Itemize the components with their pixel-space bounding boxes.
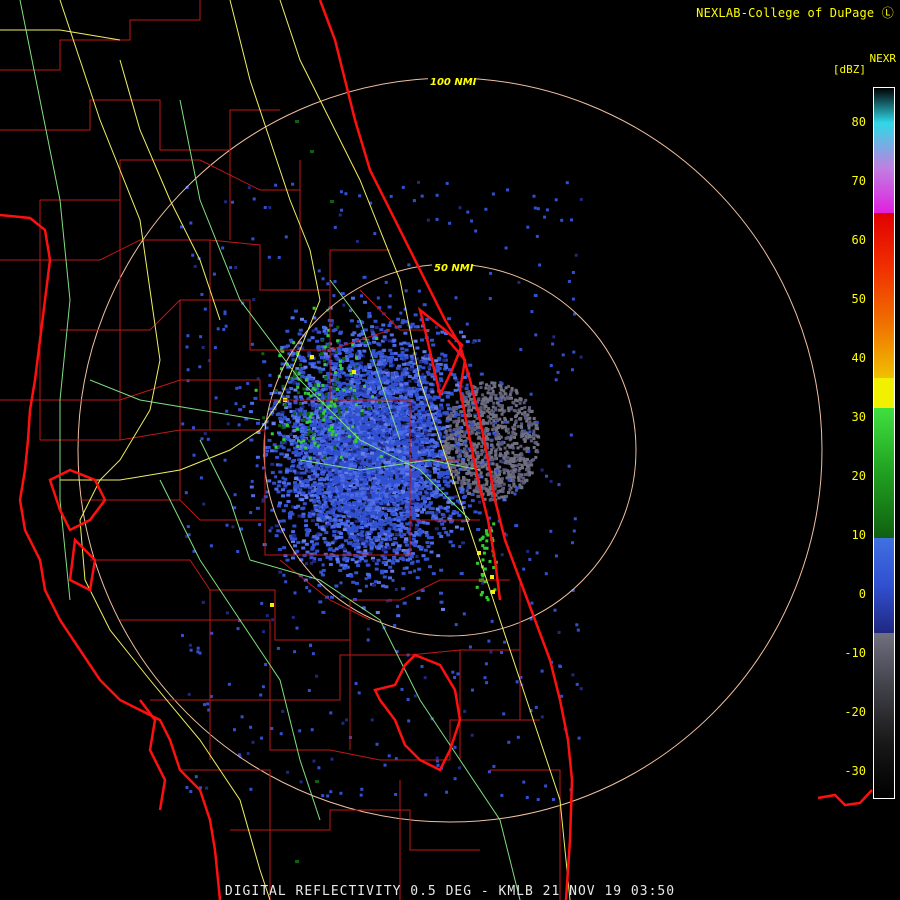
product-code: NEXR: [869, 52, 897, 65]
scale-seg-70: [874, 123, 894, 213]
scale-seg-neg: [874, 633, 894, 798]
radar-map: 100 NMI 50 NMI: [0, 0, 873, 900]
scale-seg-0: [874, 538, 894, 633]
scale-seg-30: [874, 378, 894, 408]
scale-tick-label: -10: [844, 646, 866, 660]
scale-tick-label: 20: [851, 469, 866, 483]
scale-tick-label: 10: [851, 528, 866, 542]
scale-tick-label: -20: [844, 705, 866, 719]
scale-seg-80: [874, 88, 894, 123]
scale-tick-label: 40: [851, 351, 866, 365]
scale-tick-label: 50: [851, 292, 866, 306]
scale-tick-label: 30: [851, 410, 866, 424]
scale-tick-label: -30: [844, 764, 866, 778]
scale-seg-50: [874, 213, 894, 378]
scale-tick-label: 70: [851, 174, 866, 188]
reflectivity-echoes: [180, 120, 583, 863]
reflectivity-color-scale: [873, 87, 895, 799]
range-ring-100nmi-label: 100 NMI: [430, 77, 477, 88]
logo-icon: Ⓛ: [881, 6, 894, 20]
data-source-credit: NEXLAB-College of DuPage Ⓛ: [696, 6, 894, 20]
coastline: [0, 0, 873, 900]
scale-units: [dBZ]: [832, 63, 866, 76]
scale-tick-label: 60: [851, 233, 866, 247]
scale-seg-20: [874, 408, 894, 538]
scale-tick-label: 80: [851, 115, 866, 129]
product-description: DIGITAL REFLECTIVITY 0.5 DEG - KMLB 21 N…: [224, 884, 676, 899]
scale-tick-label: 0: [858, 587, 866, 601]
range-ring-50nmi-label: 50 NMI: [434, 263, 474, 274]
